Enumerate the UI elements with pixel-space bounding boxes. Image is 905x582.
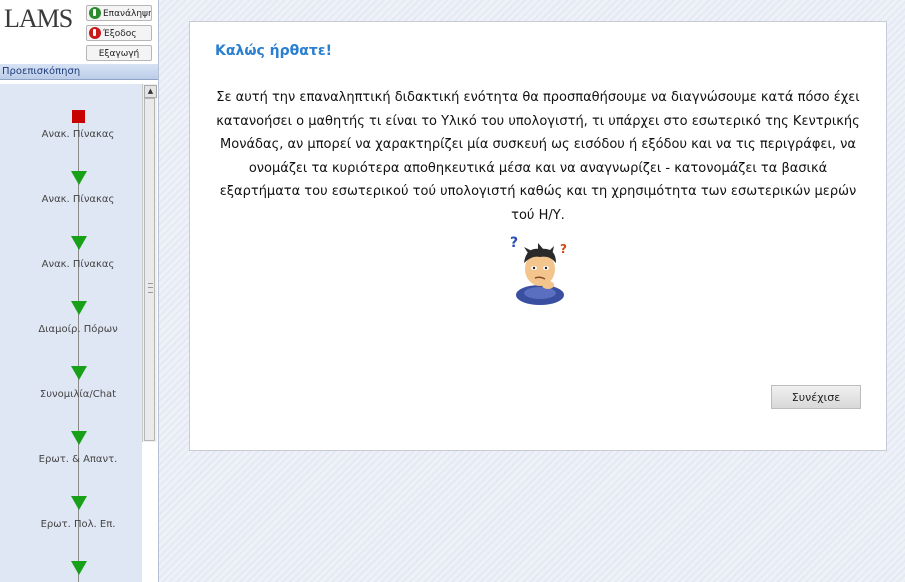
arrow-down-icon xyxy=(71,431,87,445)
preview-bar: Προεπισκόπηση xyxy=(0,64,158,80)
activity-label: Διαμοίρ. Πόρων xyxy=(38,324,118,335)
restart-icon xyxy=(89,7,101,19)
grip-icon xyxy=(148,283,153,293)
arrow-down-icon xyxy=(71,236,87,250)
restart-label: Επανάληψη xyxy=(103,9,152,19)
scroll-up-icon[interactable]: ▲ xyxy=(144,85,157,98)
svg-text:?: ? xyxy=(510,235,518,251)
exit-label: Έξοδος xyxy=(103,29,137,39)
sidebar-scrollbar[interactable]: ▲ xyxy=(142,84,157,442)
activity-label: Ανακ. Πίνακας xyxy=(41,129,115,140)
activity-label: Ερωτ. & Απαντ. xyxy=(38,454,118,465)
activity-label: Συνομιλία/Chat xyxy=(39,389,117,400)
lams-logo: LAMS xyxy=(4,4,73,33)
exit-icon xyxy=(89,27,101,39)
thinking-boy-icon: ? ? xyxy=(510,235,567,305)
activity-item[interactable]: Ανακ. Πίνακας xyxy=(0,149,142,214)
arrow-down-icon xyxy=(71,496,87,510)
export-button[interactable]: Εξαγωγή xyxy=(86,45,152,61)
arrow-down-icon xyxy=(71,561,87,575)
activity-item[interactable]: Ανακ. Πίνακας xyxy=(0,214,142,279)
activity-item[interactable]: Συνομιλία/Chat xyxy=(0,344,142,409)
svg-text:?: ? xyxy=(560,242,567,256)
current-activity-marker-icon xyxy=(72,110,85,123)
activity-label: Ανακ. Πίνακας xyxy=(41,194,115,205)
activity-item[interactable]: Διαμοίρ. Πόρων xyxy=(0,279,142,344)
activity-label: Ανακ. Πίνακας xyxy=(41,259,115,270)
restart-button[interactable]: Επανάληψη xyxy=(86,5,152,21)
left-panel: LAMS Επανάληψη Έξοδος Εξαγωγή Προεπισκόπ… xyxy=(0,0,159,582)
activity-item[interactable] xyxy=(0,539,142,582)
scrollbar-thumb[interactable] xyxy=(144,98,155,441)
exit-button[interactable]: Έξοδος xyxy=(86,25,152,41)
activity-item[interactable]: Ερωτ. Πολ. Επ. xyxy=(0,474,142,539)
arrow-down-icon xyxy=(71,301,87,315)
activity-item[interactable]: Ανακ. Πίνακας xyxy=(0,84,142,149)
continue-button[interactable]: Συνέχισε xyxy=(771,385,861,409)
content-panel: Καλώς ήρθατε! Σε αυτή την επαναληπτική δ… xyxy=(189,21,887,451)
description-text: Σε αυτή την επαναληπτική διδακτική ενότη… xyxy=(216,90,860,223)
activity-item[interactable]: Ερωτ. & Απαντ. xyxy=(0,409,142,474)
arrow-down-icon xyxy=(71,366,87,380)
page-title: Καλώς ήρθατε! xyxy=(215,43,333,59)
activity-label: Ερωτ. Πολ. Επ. xyxy=(40,519,116,530)
activity-sequence: Ανακ. Πίνακας Ανακ. Πίνακας Ανακ. Πίνακα… xyxy=(0,84,142,582)
arrow-down-icon xyxy=(71,171,87,185)
